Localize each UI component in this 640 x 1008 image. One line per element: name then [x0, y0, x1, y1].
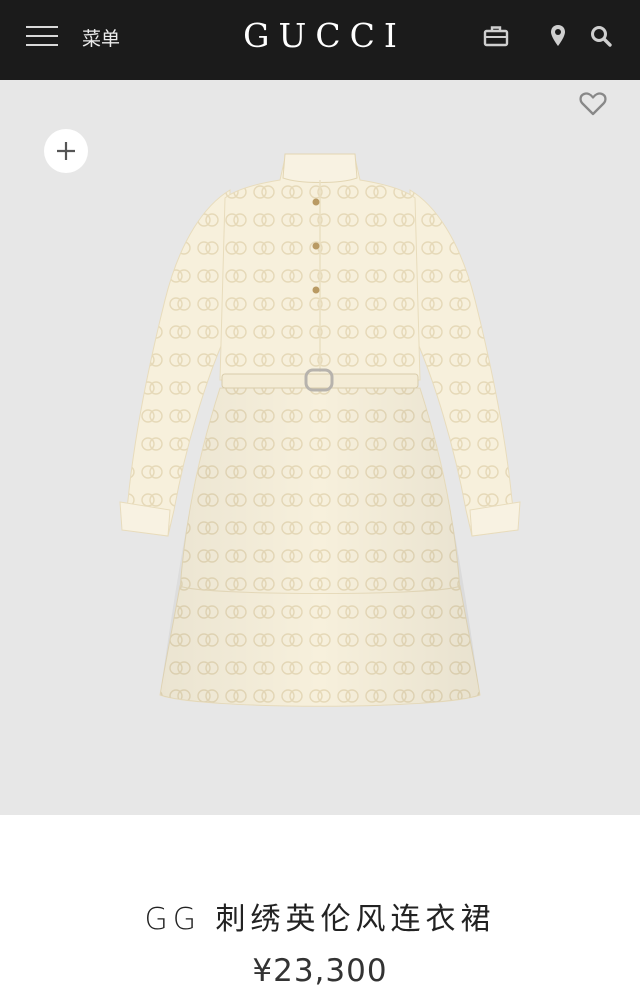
plus-icon	[57, 142, 75, 160]
product-info: GG 刺绣英伦风连衣裙 ¥23,300	[0, 815, 640, 1008]
heart-icon[interactable]	[578, 90, 608, 118]
location-pin-icon[interactable]	[544, 22, 572, 50]
product-gallery[interactable]	[0, 80, 640, 882]
top-nav-bar: 菜单 GUCCI	[0, 0, 640, 80]
dress-image	[119, 153, 521, 707]
zoom-button[interactable]	[44, 129, 88, 173]
search-icon[interactable]	[587, 22, 615, 50]
product-price: ¥23,300	[252, 953, 388, 989]
shopping-bag-icon[interactable]	[482, 22, 510, 50]
product-name: GG 刺绣英伦风连衣裙	[144, 902, 496, 937]
